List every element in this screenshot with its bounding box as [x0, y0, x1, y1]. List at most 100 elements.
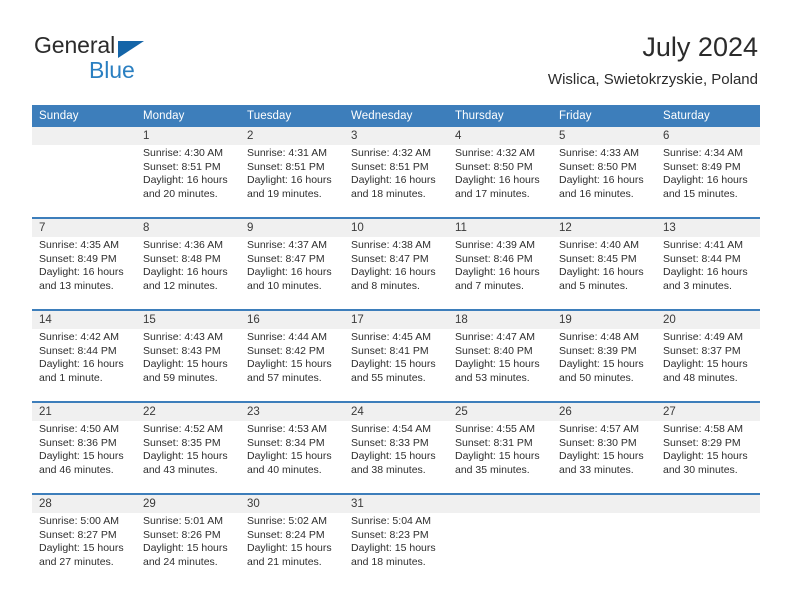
day-info-cell: Sunrise: 4:32 AM Sunset: 8:50 PM Daylight:… — [448, 145, 552, 218]
calendar-body: 1 2 3 4 5 6 Sunrise: 4:30 AM Sunset: 8:51 PM Day… — [32, 127, 760, 585]
day-info-cell: Sunrise: 4:38 AM Sunset: 8:47 PM Daylight:… — [344, 237, 448, 310]
day-number-cell[interactable]: 2 — [240, 127, 344, 145]
daylight-text: Daylight: 15 hours and 59 minutes. — [143, 358, 228, 384]
sunset-text: Sunset: 8:47 PM — [351, 252, 429, 265]
sunset-text: Sunset: 8:24 PM — [247, 528, 325, 541]
sunrise-text: Sunrise: 5:02 AM — [247, 515, 327, 527]
daylight-text: Daylight: 15 hours and 24 minutes. — [143, 542, 228, 568]
day-number-cell[interactable]: 25 — [448, 401, 552, 421]
daylight-text: Daylight: 16 hours and 15 minutes. — [663, 174, 748, 200]
daylight-text: Daylight: 16 hours and 17 minutes. — [455, 174, 540, 200]
daylight-text: Daylight: 15 hours and 38 minutes. — [351, 450, 436, 476]
weekday-header-saturday: Saturday — [656, 105, 760, 127]
sunrise-text: Sunrise: 4:31 AM — [247, 147, 327, 159]
day-number-cell[interactable]: 6 — [656, 127, 760, 145]
general-blue-logo[interactable]: General Blue — [34, 32, 244, 88]
sunrise-text: Sunrise: 4:32 AM — [455, 147, 535, 159]
sunset-text: Sunset: 8:51 PM — [247, 160, 325, 173]
day-info-cell: Sunrise: 4:33 AM Sunset: 8:50 PM Daylight:… — [552, 145, 656, 218]
day-number-cell[interactable]: 28 — [32, 493, 136, 513]
daylight-text: Daylight: 16 hours and 20 minutes. — [143, 174, 228, 200]
daylight-text: Daylight: 16 hours and 16 minutes. — [559, 174, 644, 200]
day-number-cell[interactable]: 8 — [136, 217, 240, 237]
day-number-cell[interactable]: 16 — [240, 309, 344, 329]
sunrise-text: Sunrise: 4:54 AM — [351, 423, 431, 435]
day-number-cell[interactable]: 22 — [136, 401, 240, 421]
page-title: July 2024 — [642, 32, 758, 62]
day-info-cell: Sunrise: 5:00 AM Sunset: 8:27 PM Daylight:… — [32, 513, 136, 585]
day-number-cell[interactable]: 14 — [32, 309, 136, 329]
day-number-cell[interactable]: 24 — [344, 401, 448, 421]
day-number-cell[interactable]: 4 — [448, 127, 552, 145]
day-number-cell[interactable]: 11 — [448, 217, 552, 237]
sunset-text: Sunset: 8:37 PM — [663, 344, 741, 357]
weekday-header-thursday: Thursday — [448, 105, 552, 127]
calendar-page: General Blue July 2024 Wislica, Swietokr… — [0, 0, 792, 612]
day-info-cell: Sunrise: 4:30 AM Sunset: 8:51 PM Daylight:… — [136, 145, 240, 218]
day-info-cell: Sunrise: 4:41 AM Sunset: 8:44 PM Daylight:… — [656, 237, 760, 310]
day-number-cell[interactable]: 9 — [240, 217, 344, 237]
sunset-text: Sunset: 8:47 PM — [247, 252, 325, 265]
sunrise-text: Sunrise: 5:04 AM — [351, 515, 431, 527]
day-info-cell: Sunrise: 4:55 AM Sunset: 8:31 PM Daylight:… — [448, 421, 552, 494]
day-number-cell[interactable]: 18 — [448, 309, 552, 329]
daylight-text: Daylight: 16 hours and 12 minutes. — [143, 266, 228, 292]
day-number-cell[interactable]: 19 — [552, 309, 656, 329]
day-number-cell[interactable]: 23 — [240, 401, 344, 421]
day-number-cell[interactable]: 20 — [656, 309, 760, 329]
day-info-cell: Sunrise: 4:35 AM Sunset: 8:49 PM Daylight:… — [32, 237, 136, 310]
day-number-empty — [656, 493, 760, 513]
sunrise-text: Sunrise: 4:38 AM — [351, 239, 431, 251]
day-number-cell[interactable]: 1 — [136, 127, 240, 145]
day-number-cell[interactable]: 13 — [656, 217, 760, 237]
sunrise-text: Sunrise: 4:52 AM — [143, 423, 223, 435]
day-number-cell[interactable]: 30 — [240, 493, 344, 513]
location-subtitle: Wislica, Swietokrzyskie, Poland — [547, 71, 758, 88]
sunset-text: Sunset: 8:44 PM — [39, 344, 117, 357]
sunset-text: Sunset: 8:51 PM — [143, 160, 221, 173]
sunset-text: Sunset: 8:48 PM — [143, 252, 221, 265]
week-info-row: Sunrise: 4:50 AM Sunset: 8:36 PM Daylight:… — [32, 421, 760, 494]
day-info-cell: Sunrise: 4:45 AM Sunset: 8:41 PM Daylight:… — [344, 329, 448, 402]
sunrise-text: Sunrise: 4:42 AM — [39, 331, 119, 343]
day-number-cell[interactable]: 12 — [552, 217, 656, 237]
day-info-empty — [552, 513, 656, 585]
day-info-cell: Sunrise: 4:34 AM Sunset: 8:49 PM Daylight:… — [656, 145, 760, 218]
sunset-text: Sunset: 8:49 PM — [39, 252, 117, 265]
day-number-cell[interactable]: 27 — [656, 401, 760, 421]
day-number-cell[interactable]: 17 — [344, 309, 448, 329]
sunset-text: Sunset: 8:50 PM — [455, 160, 533, 173]
day-number-cell[interactable]: 3 — [344, 127, 448, 145]
daylight-text: Daylight: 16 hours and 18 minutes. — [351, 174, 436, 200]
day-number-empty — [32, 127, 136, 145]
day-number-cell[interactable]: 29 — [136, 493, 240, 513]
title-block: July 2024 Wislica, Swietokrzyskie, Polan… — [548, 30, 758, 91]
day-number-cell[interactable]: 10 — [344, 217, 448, 237]
sunset-text: Sunset: 8:23 PM — [351, 528, 429, 541]
day-number-cell[interactable]: 5 — [552, 127, 656, 145]
sunset-text: Sunset: 8:36 PM — [39, 436, 117, 449]
sunset-text: Sunset: 8:39 PM — [559, 344, 637, 357]
day-info-cell: Sunrise: 4:58 AM Sunset: 8:29 PM Daylight:… — [656, 421, 760, 494]
day-number-cell[interactable]: 26 — [552, 401, 656, 421]
day-number-cell[interactable]: 15 — [136, 309, 240, 329]
sunrise-text: Sunrise: 5:00 AM — [39, 515, 119, 527]
sunrise-text: Sunrise: 4:30 AM — [143, 147, 223, 159]
day-number-cell[interactable]: 31 — [344, 493, 448, 513]
day-number-cell[interactable]: 21 — [32, 401, 136, 421]
day-info-cell: Sunrise: 4:44 AM Sunset: 8:42 PM Daylight:… — [240, 329, 344, 402]
sunrise-text: Sunrise: 4:49 AM — [663, 331, 743, 343]
daylight-text: Daylight: 15 hours and 27 minutes. — [39, 542, 124, 568]
sunrise-text: Sunrise: 4:55 AM — [455, 423, 535, 435]
day-info-cell: Sunrise: 4:47 AM Sunset: 8:40 PM Daylight:… — [448, 329, 552, 402]
daylight-text: Daylight: 16 hours and 5 minutes. — [559, 266, 644, 292]
sunset-text: Sunset: 8:31 PM — [455, 436, 533, 449]
day-info-cell: Sunrise: 5:02 AM Sunset: 8:24 PM Daylight:… — [240, 513, 344, 585]
daylight-text: Daylight: 16 hours and 1 minute. — [39, 358, 124, 384]
day-number-cell[interactable]: 7 — [32, 217, 136, 237]
sunset-text: Sunset: 8:50 PM — [559, 160, 637, 173]
sunrise-text: Sunrise: 4:36 AM — [143, 239, 223, 251]
sunrise-text: Sunrise: 4:50 AM — [39, 423, 119, 435]
logo-text-general: General — [34, 32, 116, 58]
sunrise-text: Sunrise: 4:39 AM — [455, 239, 535, 251]
